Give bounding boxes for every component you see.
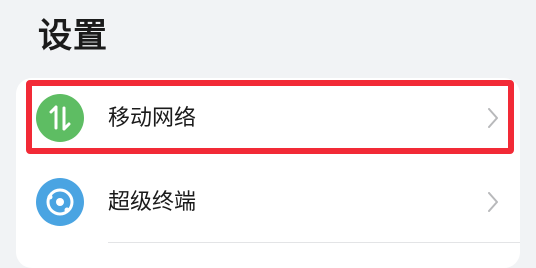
chevron-right-icon [488,192,498,212]
settings-item-super-device[interactable]: 超级终端 [16,162,520,244]
divider [108,242,520,243]
super-device-icon [36,178,84,226]
highlight-box [26,80,514,154]
settings-item-label: 超级终端 [108,190,197,215]
page-title: 设置 [38,16,108,56]
